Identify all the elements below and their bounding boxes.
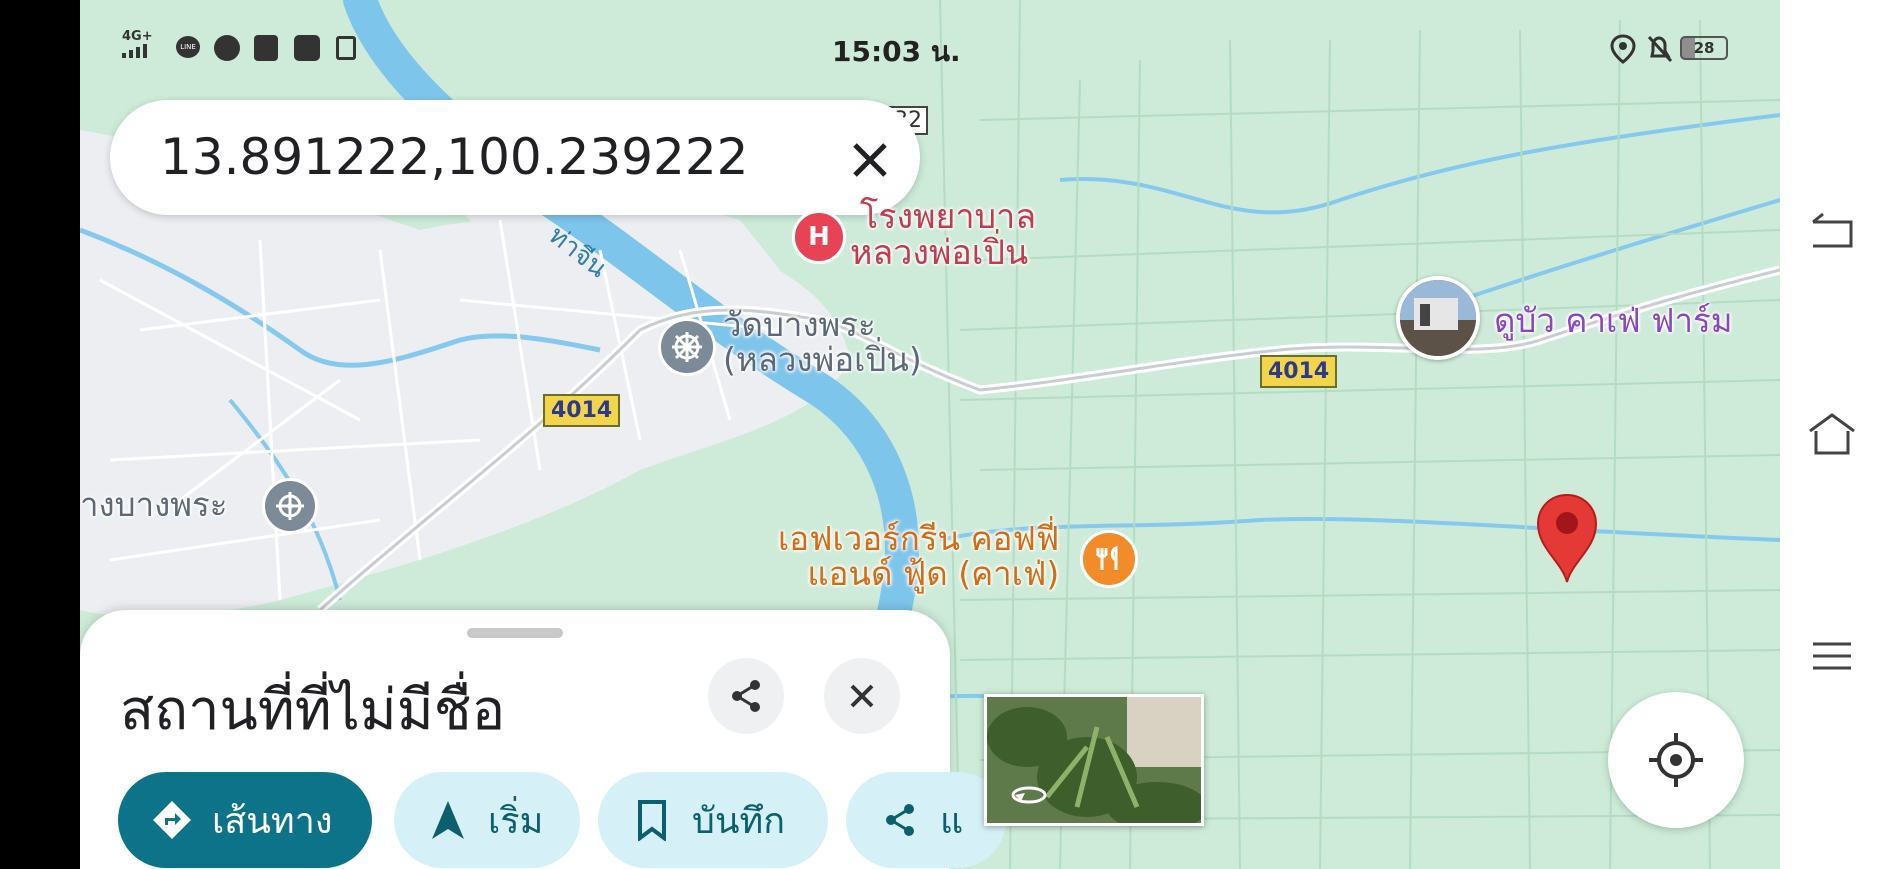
directions-chip[interactable]: เส้นทาง: [118, 772, 372, 868]
start-label: เริ่ม: [488, 800, 544, 842]
share-chip[interactable]: แ: [846, 772, 1006, 868]
hospital-label-line1: โรงพยาบาล: [860, 197, 1037, 237]
save-label: บันทึก: [692, 800, 785, 842]
restaurant-label[interactable]: เอฟเวอร์กรีน คอฟฟี่ แอนด์ ฟู้ด (คาเฟ่): [778, 519, 1060, 593]
system-nav-bar: [1780, 0, 1883, 869]
temple-marker-icon[interactable]: [658, 318, 716, 376]
hospital-marker-icon[interactable]: H: [792, 210, 846, 264]
share-button[interactable]: [708, 658, 784, 734]
bell-muted-icon: [1647, 35, 1673, 63]
map-view[interactable]: 4G+ LINE 15:03 น. 28 32 H โรงพยาบาล หลวง…: [80, 0, 1780, 869]
place-bottom-sheet[interactable]: สถานที่ที่ไม่มีชื่อ เส้นทาง เริ่ม บันทึก: [80, 610, 1006, 869]
left-temple-label[interactable]: างบางพระ: [80, 487, 227, 523]
share-chip-icon: [878, 798, 922, 842]
close-icon: [853, 143, 887, 177]
share-icon: [732, 680, 760, 712]
hospital-label-line2: หลวงพ่อเปิ่น: [850, 232, 1029, 273]
search-input[interactable]: [160, 122, 780, 192]
battery-indicator: 28: [1680, 36, 1728, 60]
navigation-arrow-icon: [426, 798, 470, 842]
road-badge-4014-right: 4014: [1260, 355, 1338, 388]
back-icon: [1812, 212, 1853, 248]
bookmark-icon: [630, 798, 674, 842]
restaurant-label-line2: แอนด์ ฟู้ด (คาเฟ่): [807, 553, 1060, 593]
share-chip-label: แ: [940, 800, 964, 842]
temple-label-line2: (หลวงพ่อเปิ่น): [723, 339, 922, 379]
search-clear-button[interactable]: [840, 130, 900, 190]
cafe-farm-photo-marker[interactable]: [1396, 276, 1480, 360]
directions-icon: [150, 798, 194, 842]
restaurant-marker-icon[interactable]: [1080, 530, 1138, 588]
temple-label[interactable]: วัดบางพระ (หลวงพ่อเปิ่น): [723, 305, 922, 379]
home-button[interactable]: [1806, 408, 1858, 460]
save-chip[interactable]: บันทึก: [598, 772, 828, 868]
menu-icon: [1813, 642, 1851, 670]
crosshair-icon: [1649, 733, 1703, 787]
sheet-drag-handle[interactable]: [467, 628, 563, 638]
database-icon: [336, 36, 356, 60]
directions-label: เส้นทาง: [212, 800, 333, 842]
place-title: สถานที่ที่ไม่มีชื่อ: [120, 678, 506, 743]
temple-label-line1: วัดบางพระ: [723, 305, 876, 344]
home-icon: [1809, 413, 1855, 455]
mail-icon: [254, 35, 278, 61]
hospital-label[interactable]: โรงพยาบาล หลวงพ่อเปิ่น: [850, 197, 1037, 271]
left-temple-marker-icon[interactable]: [262, 478, 318, 534]
cafe-farm-label[interactable]: ดูบัว คาเฟ่ ฟาร์ม: [1494, 303, 1733, 339]
close-sheet-button[interactable]: [824, 658, 900, 734]
close-icon: [850, 684, 874, 708]
street-view-thumbnail[interactable]: [984, 694, 1204, 826]
road-badge-4014-left: 4014: [543, 394, 621, 427]
signal-icon: [122, 44, 147, 58]
network-indicator: 4G+: [122, 29, 153, 44]
line-app-icon: LINE: [176, 36, 200, 58]
location-status-icon: [1610, 34, 1636, 64]
recent-apps-button[interactable]: [1806, 630, 1858, 682]
status-bar: 4G+ LINE 15:03 น. 28: [80, 0, 1780, 96]
start-chip[interactable]: เริ่ม: [394, 772, 580, 868]
restaurant-label-line1: เอฟเวอร์กรีน คอฟฟี่: [778, 519, 1060, 558]
speedometer-icon: [214, 35, 240, 61]
back-button[interactable]: [1806, 204, 1858, 256]
dropped-pin-icon[interactable]: [1534, 492, 1600, 584]
gallery-icon: [294, 35, 320, 61]
left-black-bar: [0, 0, 80, 869]
status-time: 15:03 น.: [832, 35, 961, 68]
my-location-button[interactable]: [1608, 692, 1744, 828]
search-bar[interactable]: [110, 100, 920, 215]
